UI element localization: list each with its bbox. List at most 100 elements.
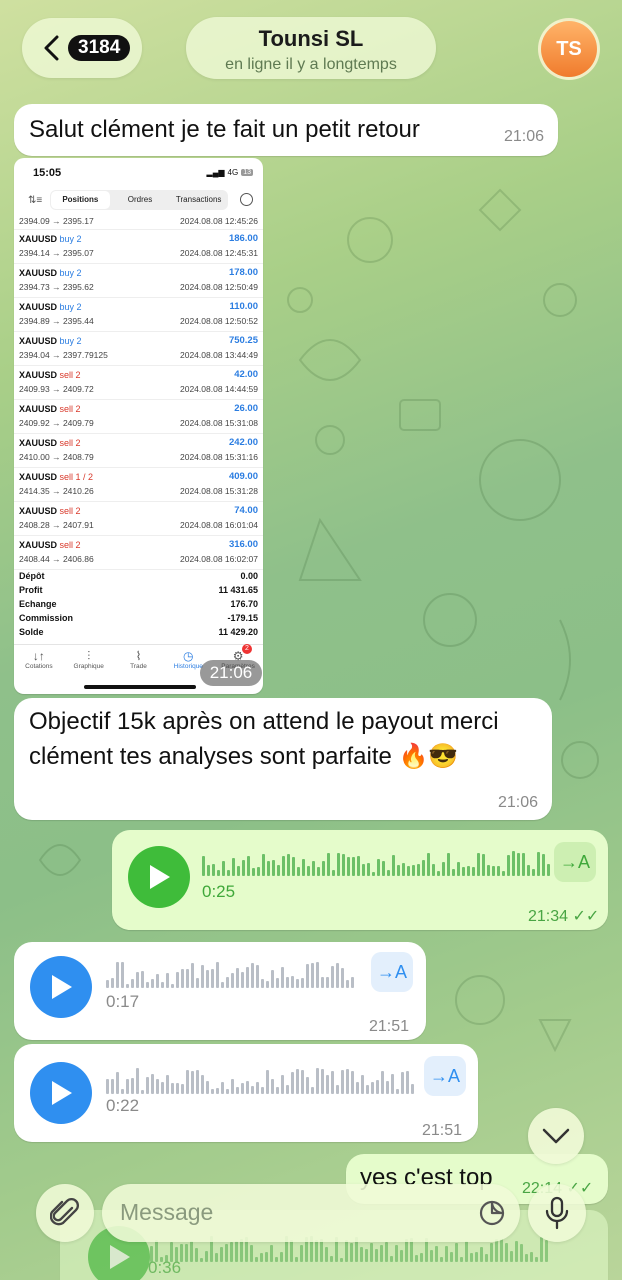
waveform-bar [332, 870, 335, 876]
waveform-bar [146, 1077, 149, 1094]
waveform-bar [235, 1241, 238, 1262]
waveform-bar [525, 1254, 528, 1262]
waveform-bar [485, 1254, 488, 1262]
waveform-bar [296, 1069, 299, 1094]
waveform-bar [287, 854, 290, 876]
waveform-bar [302, 859, 305, 876]
waveform-bar [530, 1252, 533, 1262]
play-icon [52, 1081, 72, 1105]
nav-icon: ⌇ [135, 649, 142, 663]
waveform-bar [331, 966, 334, 988]
summary-label: Echange [19, 599, 57, 609]
waveform-bar [527, 865, 530, 876]
summary-row: Dépôt 0.00 [14, 571, 263, 585]
waveform-bar [411, 1084, 414, 1094]
waveform[interactable] [106, 1062, 414, 1094]
waveform-bar [382, 861, 385, 876]
waveform-bar [201, 1075, 204, 1094]
trade-date: 2024.08.08 16:01:04 [180, 520, 258, 530]
waveform-bar [241, 972, 244, 988]
waveform-bar [106, 1079, 109, 1094]
trade-prices: 2394.14 → 2395.07 [19, 248, 94, 258]
account-summary: Dépôt 0.00 Profit 11 431.65 Echange 176.70 Com… [14, 571, 263, 641]
waveform-bar [432, 864, 435, 876]
waveform-bar [445, 1246, 448, 1262]
waveform-bar [206, 970, 209, 988]
waveform-bar [220, 1247, 223, 1262]
waveform-bar [151, 1074, 154, 1094]
waveform-bar [386, 1081, 389, 1094]
waveform-bar [211, 969, 214, 988]
nav-label: Cotations [25, 663, 53, 670]
waveform-bar [490, 1243, 493, 1262]
summary-label: Profit [19, 585, 43, 595]
waveform[interactable] [202, 844, 550, 876]
waveform-bar [272, 860, 275, 876]
waveform-bar [237, 866, 240, 876]
waveform-bar [307, 866, 310, 876]
play-button[interactable] [30, 1062, 92, 1124]
trade-profit: 178.00 [228, 267, 258, 278]
back-button[interactable]: 3184 [22, 18, 142, 78]
message-input[interactable]: Message [102, 1184, 520, 1242]
waveform-bar [480, 1247, 483, 1262]
waveform-bar [270, 1245, 273, 1262]
waveform-bar [256, 965, 259, 988]
trade-symbol-text: XAUUSD [19, 302, 58, 312]
trade-side: buy 2 [59, 302, 82, 312]
nav-icon: ↓↑ [32, 649, 45, 663]
transcribe-button[interactable]: →A [424, 1056, 466, 1096]
trade-symbol: XAUUSD sell 2 [19, 370, 81, 380]
trade-prices: 2408.44 → 2406.86 [19, 554, 94, 564]
incoming-message[interactable]: Objectif 15k après on attend le payout m… [14, 698, 552, 820]
waveform-bar [151, 979, 154, 988]
trade-row: XAUUSD sell 2 2408.28 → 2407.91 74.00 2024.… [14, 502, 263, 536]
incoming-voice-message[interactable]: 0:17 →A 21:51 [14, 942, 426, 1040]
waveform-bar [312, 861, 315, 876]
waveform-bar [351, 977, 354, 988]
avatar[interactable]: TS [538, 18, 600, 80]
incoming-voice-message[interactable]: 0:22 →A 21:51 [14, 1044, 478, 1142]
chat-title[interactable]: Tounsi SL en ligne il y a longtemps [186, 17, 436, 79]
transcribe-button[interactable]: →A [371, 952, 413, 992]
incoming-message[interactable]: Salut clément je te fait un petit retour… [14, 104, 558, 156]
waveform-bar [161, 1082, 164, 1094]
trade-side: sell 2 [59, 404, 81, 414]
trade-date: 2024.08.08 15:31:16 [180, 452, 258, 462]
waveform-bar [126, 984, 129, 988]
play-button[interactable] [128, 846, 190, 908]
waveform-bar [282, 856, 285, 876]
waveform-bar [262, 854, 265, 876]
mic-button[interactable] [528, 1184, 586, 1242]
outgoing-voice-message[interactable]: 0:25 →A 21:34 ✓✓ [112, 830, 608, 930]
sticker-icon[interactable] [478, 1199, 506, 1227]
nav-label: Graphique [73, 663, 104, 670]
trade-symbol: XAUUSD buy 2 [19, 234, 82, 244]
waveform-bar [136, 972, 139, 988]
waveform-bar [201, 965, 204, 988]
waveform-bar [116, 962, 119, 988]
play-button[interactable] [30, 956, 92, 1018]
trade-symbol-text: XAUUSD [19, 336, 58, 346]
waveform-bar [186, 1070, 189, 1094]
waveform-bar [176, 972, 179, 988]
transcribe-button[interactable]: →A [554, 842, 596, 882]
waveform-bar [211, 1089, 214, 1094]
waveform-bar [116, 1072, 119, 1094]
message-time: 21:51 [422, 1122, 463, 1139]
message-time: 21:51 [369, 1018, 410, 1035]
trade-prices: 2394.09 → 2395.17 [19, 216, 94, 226]
waveform[interactable] [106, 956, 354, 988]
waveform-bar [225, 1244, 228, 1262]
waveform-bar [217, 870, 220, 876]
image-message[interactable]: 15:05 ▂▄▆ 4G 13 ⇅≡ Positions Ordres Tran… [14, 158, 263, 694]
summary-row: Commission -179.15 [14, 613, 263, 627]
waveform-bar [420, 1253, 423, 1262]
waveform-bar [106, 980, 109, 988]
attach-button[interactable] [36, 1184, 94, 1242]
scroll-to-bottom-button[interactable] [528, 1108, 584, 1164]
waveform-bar [540, 1237, 543, 1262]
message-time: 21:06 [503, 128, 544, 145]
voice-duration: 0:17 [106, 992, 140, 1011]
waveform-bar [267, 861, 270, 876]
